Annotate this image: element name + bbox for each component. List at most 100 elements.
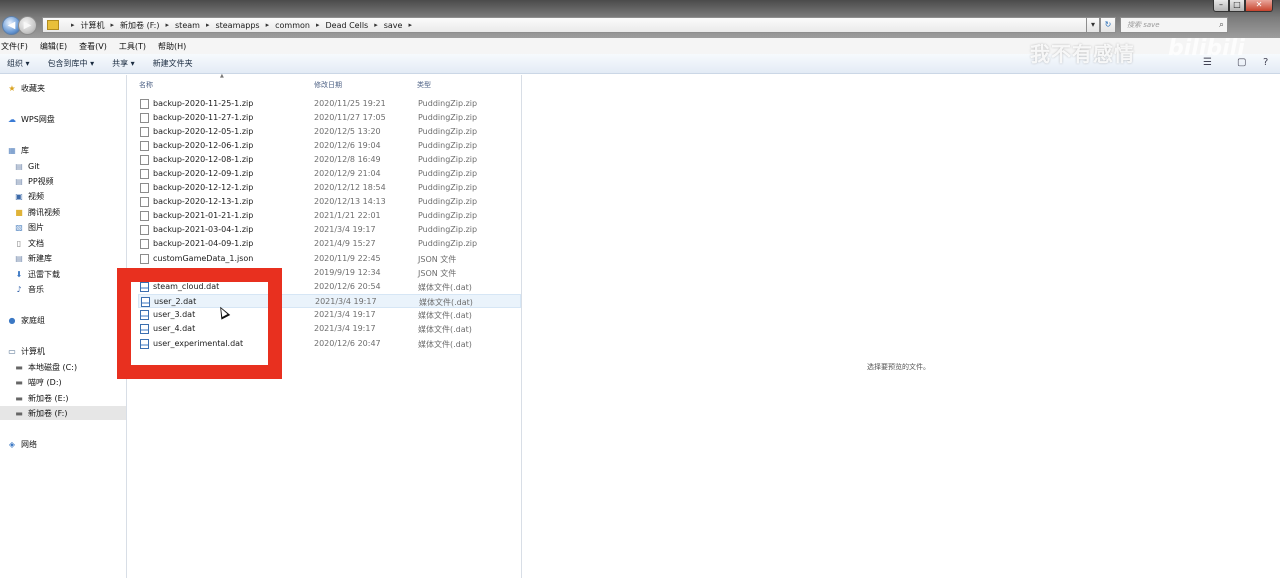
address-bar[interactable]: ▸ 计算机 ▸ 新加卷 (F:) ▸ steam ▸ steamapps ▸ c…: [42, 17, 1098, 33]
maximize-button[interactable]: □: [1229, 0, 1245, 12]
nav-label: 文档: [28, 238, 44, 248]
breadcrumb-dead-cells[interactable]: Dead Cells: [325, 21, 368, 30]
zip-file-icon: [140, 155, 149, 165]
column-date-header[interactable]: 修改日期: [314, 80, 342, 90]
nav-xunlei[interactable]: ⬇ 迅雷下载: [14, 267, 60, 281]
nav-drive-c[interactable]: ▬ 本地磁盘 (C:): [14, 360, 77, 374]
highlight-annotation-box: [117, 268, 282, 379]
nav-drive-d[interactable]: ▬ 喵哼 (D:): [14, 375, 61, 389]
nav-network[interactable]: ◈ 网络: [7, 437, 37, 451]
file-row[interactable]: backup-2020-12-13-1.zip 2020/12/13 14:13 P…: [138, 195, 521, 209]
file-date: 2021/3/4 19:17: [314, 310, 376, 319]
new-folder-button[interactable]: 新建文件夹: [153, 58, 193, 69]
nav-wps[interactable]: ☁ WPS网盘: [7, 112, 55, 126]
chevron-right-icon[interactable]: ▸: [374, 21, 378, 29]
nav-pp-video[interactable]: ▤ PP视频: [14, 174, 53, 188]
nav-label: 视频: [28, 191, 44, 201]
chevron-right-icon[interactable]: ▸: [166, 21, 170, 29]
nav-new-library[interactable]: ▤ 新建库: [14, 251, 52, 265]
nav-label: 迅雷下载: [28, 269, 60, 279]
menu-file[interactable]: 文件(F): [0, 41, 28, 52]
organize-button[interactable]: 组织 ▾: [7, 58, 30, 69]
file-row[interactable]: customGameData_1.json 2020/11/9 22:45 JSON…: [138, 252, 521, 266]
nav-label: 音乐: [28, 284, 44, 294]
file-type: PuddingZip.zip: [418, 211, 478, 220]
drive-icon: ▬: [15, 362, 23, 372]
nav-git[interactable]: ▤ Git: [14, 159, 39, 173]
file-date: 2021/3/4 19:17: [314, 324, 376, 333]
library-folder-icon: ▤: [15, 161, 23, 171]
help-icon[interactable]: ?: [1263, 57, 1268, 68]
nav-documents[interactable]: ▯ 文档: [14, 236, 44, 250]
file-name: backup-2021-04-09-1.zip: [153, 239, 254, 248]
file-row[interactable]: backup-2020-12-06-1.zip 2020/12/6 19:04 Pu…: [138, 139, 521, 153]
file-name: backup-2020-12-13-1.zip: [153, 197, 254, 206]
nav-video[interactable]: ▣ 视频: [14, 189, 44, 203]
zip-file-icon: [140, 197, 149, 207]
file-date: 2021/3/4 19:17: [314, 225, 376, 234]
library-folder-icon: ▤: [15, 176, 23, 186]
file-row[interactable]: backup-2021-03-04-1.zip 2021/3/4 19:17 Pud…: [138, 223, 521, 237]
nav-library[interactable]: ▦ 库: [7, 143, 29, 157]
file-row[interactable]: backup-2020-11-25-1.zip 2020/11/25 19:21 P…: [138, 97, 521, 111]
address-dropdown-button[interactable]: ▾: [1086, 17, 1100, 33]
search-icon[interactable]: ⌕: [1219, 18, 1224, 32]
file-date: 2020/11/9 22:45: [314, 254, 381, 263]
breadcrumb-steam[interactable]: steam: [175, 21, 200, 30]
preview-pane: 选择要预览的文件。: [521, 75, 1280, 578]
zip-file-icon: [140, 183, 149, 193]
menu-view[interactable]: 查看(V): [78, 41, 107, 52]
breadcrumb-common[interactable]: common: [275, 21, 310, 30]
chevron-right-icon[interactable]: ▸: [266, 21, 270, 29]
file-row[interactable]: backup-2021-01-21-1.zip 2021/1/21 22:01 Pu…: [138, 209, 521, 223]
nav-homegroup[interactable]: ● 家庭组: [7, 313, 46, 327]
share-button[interactable]: 共享 ▾: [112, 58, 135, 69]
include-in-library-button[interactable]: 包含到库中 ▾: [48, 58, 95, 69]
breadcrumb-drive-f[interactable]: 新加卷 (F:): [120, 20, 159, 31]
file-row[interactable]: backup-2020-11-27-1.zip 2020/11/27 17:05 P…: [138, 111, 521, 125]
nav-music[interactable]: ♪ 音乐: [14, 282, 44, 296]
file-name: backup-2020-12-08-1.zip: [153, 155, 254, 164]
nav-pictures[interactable]: ▧ 图片: [14, 220, 44, 234]
document-icon: ▯: [16, 238, 22, 248]
homegroup-icon: ●: [8, 315, 16, 325]
menu-tools[interactable]: 工具(T): [118, 41, 146, 52]
search-input[interactable]: 搜索 save ⌕: [1120, 17, 1228, 33]
forward-button[interactable]: ▶: [18, 16, 37, 35]
drive-icon: ▬: [15, 408, 23, 418]
refresh-icon[interactable]: ↻: [1100, 17, 1116, 33]
download-icon: ⬇: [15, 269, 23, 279]
chevron-right-icon[interactable]: ▸: [316, 21, 320, 29]
breadcrumb-steamapps[interactable]: steamapps: [215, 21, 259, 30]
nav-label: WPS网盘: [21, 114, 55, 124]
file-row[interactable]: backup-2020-12-05-1.zip 2020/12/5 13:20 Pu…: [138, 125, 521, 139]
file-row[interactable]: backup-2020-12-08-1.zip 2020/12/8 16:49 Pu…: [138, 153, 521, 167]
zip-file-icon: [140, 127, 149, 137]
menu-help[interactable]: 帮助(H): [157, 41, 186, 52]
file-name: backup-2021-03-04-1.zip: [153, 225, 254, 234]
chevron-right-icon[interactable]: ▸: [206, 21, 210, 29]
column-type-header[interactable]: 类型: [417, 80, 431, 90]
breadcrumb-save[interactable]: save: [384, 21, 403, 30]
file-name: backup-2020-12-12-1.zip: [153, 183, 254, 192]
nav-label: 库: [21, 145, 29, 155]
chevron-right-icon[interactable]: ▸: [111, 21, 115, 29]
close-button[interactable]: ✕: [1245, 0, 1273, 12]
menu-edit[interactable]: 编辑(E): [39, 41, 67, 52]
file-row[interactable]: backup-2020-12-12-1.zip 2020/12/12 18:54 P…: [138, 181, 521, 195]
file-row[interactable]: backup-2021-04-09-1.zip 2021/4/9 15:27 Pud…: [138, 237, 521, 251]
nav-drive-e[interactable]: ▬ 新加卷 (E:): [14, 391, 68, 405]
nav-favorites[interactable]: ★ 收藏夹: [7, 81, 45, 95]
file-type: 媒体文件(.dat): [418, 340, 472, 349]
file-row[interactable]: backup-2020-12-09-1.zip 2020/12/9 21:04 Pu…: [138, 167, 521, 181]
column-name-header[interactable]: 名称: [139, 80, 153, 90]
nav-tencent-video[interactable]: ■ 腾讯视频: [14, 205, 60, 219]
minimize-button[interactable]: –: [1213, 0, 1229, 12]
file-type: 媒体文件(.dat): [418, 325, 472, 334]
breadcrumb-computer[interactable]: 计算机: [81, 20, 105, 31]
chevron-right-icon[interactable]: ▸: [408, 21, 412, 29]
nav-computer[interactable]: ▭ 计算机: [7, 344, 45, 358]
file-type: PuddingZip.zip: [418, 113, 478, 122]
nav-drive-f[interactable]: ▬ 新加卷 (F:): [0, 406, 126, 420]
chevron-right-icon[interactable]: ▸: [71, 21, 75, 29]
